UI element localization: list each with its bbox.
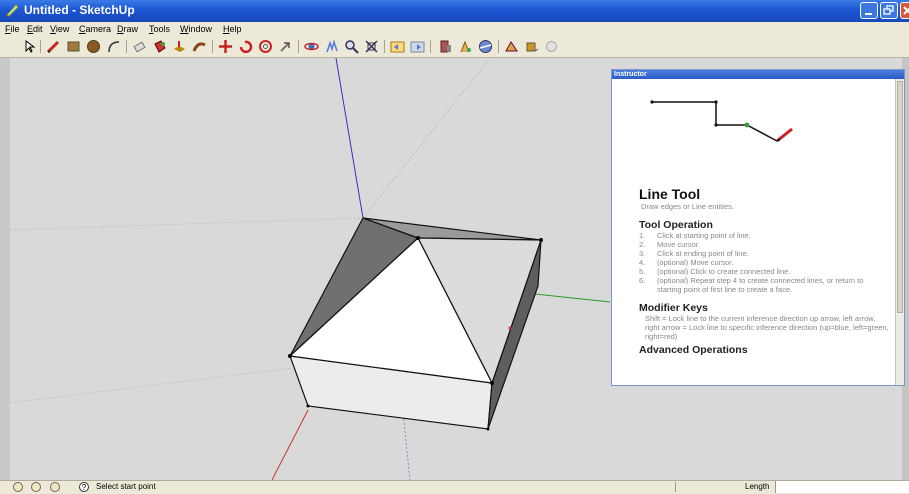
close-icon [903,6,909,15]
inference-point [508,326,512,330]
vertex-point [306,404,310,408]
menu-draw[interactable]: Draw [117,24,138,34]
close-button[interactable] [900,2,909,19]
arc-icon[interactable] [106,39,121,54]
vertex-point [486,427,490,431]
help-icon[interactable]: ? [79,482,89,492]
geolocation-icon[interactable] [13,482,23,492]
red-axis-dotted [362,58,491,219]
tool-description: Draw edges or Line entities. [641,202,734,211]
menu-file[interactable]: File [5,24,20,34]
toolbar-separator [40,40,41,53]
red-axis-line [271,409,309,480]
minimize-icon [865,13,872,15]
circle-icon[interactable] [86,39,101,54]
toolbar-separator [384,40,385,53]
advanced-heading: Advanced Operations [639,344,748,356]
step-item: 6. (optional) Repeat step 4 to create con… [639,276,864,294]
paint-bucket-icon[interactable] [152,39,167,54]
status-message: Select start point [96,482,156,491]
window-title: Untitled - SketchUp [24,3,135,17]
gray-axis-dotted [10,367,293,404]
step-item: 2. Move cursor. [639,240,700,249]
instructor-content: Line Tool Draw edges or Line entities. T… [639,186,889,355]
credits-icon[interactable] [31,482,41,492]
operation-steps: 1. Click at starting point of line. 2. Mov… [639,231,889,294]
zoom-extents-icon[interactable] [364,39,379,54]
rectangle-icon[interactable] [66,39,81,54]
instructor-scroll-thumb[interactable] [897,81,903,313]
move-icon[interactable] [218,39,233,54]
length-input[interactable] [775,481,909,493]
status-bar: ? Select start point Length [0,480,909,494]
shadows-icon[interactable] [524,39,539,54]
fog-icon[interactable] [544,39,559,54]
toolbar-separator [212,40,213,53]
toolbar-separator [498,40,499,53]
orbit-icon[interactable] [304,39,319,54]
green-axis-dotted [10,217,364,231]
instructor-title: Instructor [612,70,904,79]
title-bar: Untitled - SketchUp [0,0,909,22]
push-pull-icon[interactable] [172,39,187,54]
vertex-point [539,238,543,242]
previous-view-icon[interactable] [390,39,405,54]
green-axis-line [534,293,611,303]
line-tool-illustration [650,100,793,143]
styles-icon[interactable] [478,39,493,54]
step-item: 5. (optional) Click to create connected l… [639,267,791,276]
menu-edit[interactable]: Edit [27,24,43,34]
menu-help[interactable]: Help [223,24,242,34]
follow-me-icon[interactable] [192,39,207,54]
toolbar-separator [298,40,299,53]
offset-icon[interactable] [258,39,273,54]
restore-button[interactable] [880,2,898,19]
next-view-icon[interactable] [410,39,425,54]
user-icon[interactable] [50,482,60,492]
step-item: 1. Click at starting point of line. [639,231,751,240]
operation-heading: Tool Operation [639,219,713,231]
toolbar-separator [126,40,127,53]
toolbar-separator [430,40,431,53]
vertex-point [416,236,420,240]
tool-title: Line Tool [639,186,701,202]
pencil-line-icon[interactable] [46,39,61,54]
status-divider [675,482,676,492]
materials-icon[interactable] [458,39,473,54]
menu-tools[interactable]: Tools [149,24,170,34]
modifier-text: Shift = Lock line to the current inferen… [645,314,889,341]
instructor-panel: Instructor Line Tool Draw edges or Line … [611,69,905,386]
vertex-point [288,354,292,358]
select-icon[interactable] [22,39,37,54]
length-label: Length [745,482,770,491]
eraser-icon[interactable] [132,39,147,54]
toolbar [0,37,909,58]
step-item: 3. Click at ending point of line. [639,249,749,258]
tape-measure-icon[interactable] [278,39,293,54]
restore-icon [883,5,894,15]
vertex-point [490,381,494,385]
menu-view[interactable]: View [50,24,69,34]
rotate-icon[interactable] [238,39,253,54]
menu-camera[interactable]: Camera [79,24,111,34]
minimize-button[interactable] [860,2,878,19]
step-item: 4. (optional) Move cursor. [639,258,734,267]
components-icon[interactable] [438,39,453,54]
menu-window[interactable]: Window [180,24,212,34]
blue-axis-line [335,58,364,219]
zoom-icon[interactable] [344,39,359,54]
menu-bar: File Edit View Camera Draw Tools Window … [0,22,909,37]
pan-icon[interactable] [324,39,339,54]
scenes-icon[interactable] [504,39,519,54]
modifier-heading: Modifier Keys [639,302,708,314]
sketchup-logo-icon [6,4,19,17]
